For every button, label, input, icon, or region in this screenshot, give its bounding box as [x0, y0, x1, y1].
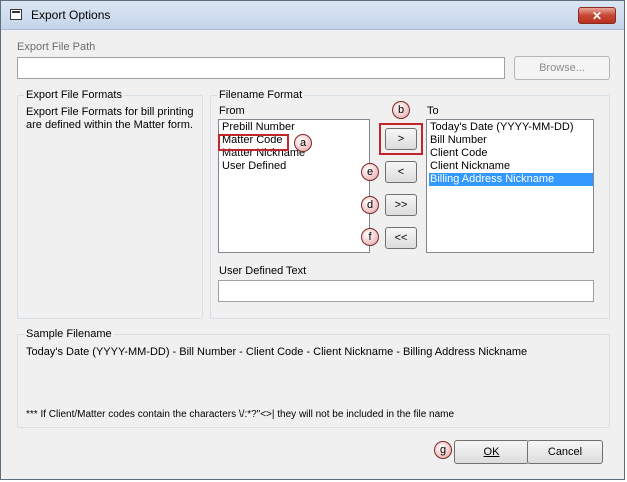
- window-title: Export Options: [31, 8, 111, 22]
- callout-f: f: [361, 228, 379, 246]
- callout-a: a: [294, 134, 312, 152]
- browse-button[interactable]: Browse...: [514, 56, 610, 80]
- move-left-button[interactable]: <: [385, 161, 417, 183]
- user-defined-text-label: User Defined Text: [219, 265, 307, 277]
- to-list-item[interactable]: Today's Date (YYYY-MM-DD): [429, 121, 593, 134]
- to-list-item[interactable]: Client Code: [429, 147, 593, 160]
- to-list-item[interactable]: Client Nickname: [429, 160, 593, 173]
- sample-filename-title: Sample Filename: [24, 328, 114, 340]
- export-file-path-input[interactable]: [17, 57, 505, 79]
- filename-format-title: Filename Format: [217, 89, 305, 101]
- export-file-formats-title: Export File Formats: [24, 89, 124, 101]
- callout-d: d: [361, 196, 379, 214]
- to-list-item[interactable]: Billing Address Nickname: [429, 173, 593, 186]
- move-all-left-button[interactable]: <<: [385, 227, 417, 249]
- cancel-button[interactable]: Cancel: [527, 440, 603, 464]
- export-file-formats-group: Export File Formats Export File Formats …: [17, 89, 203, 319]
- export-formats-description-line1: Export File Formats for bill printing: [26, 106, 194, 118]
- callout-g: g: [434, 441, 452, 459]
- invalid-characters-note: *** If Client/Matter codes contain the c…: [26, 409, 455, 420]
- from-list-item[interactable]: User Defined: [221, 160, 369, 173]
- export-formats-description-line2: are defined within the Matter form.: [26, 119, 193, 131]
- user-defined-text-input[interactable]: [218, 280, 594, 302]
- window-app-icon: [10, 9, 22, 20]
- sample-filename-group: Sample Filename Today's Date (YYYY-MM-DD…: [17, 328, 610, 428]
- close-button[interactable]: ✕: [578, 7, 616, 24]
- export-file-path-label: Export File Path: [17, 41, 96, 53]
- move-right-button[interactable]: >: [385, 128, 417, 150]
- from-label: From: [219, 105, 245, 117]
- cancel-button-label: Cancel: [547, 446, 583, 458]
- from-list-item[interactable]: Prebill Number: [221, 121, 369, 134]
- move-all-right-button[interactable]: >>: [385, 194, 417, 216]
- to-list-item[interactable]: Bill Number: [429, 134, 593, 147]
- matter-code-highlight: [218, 134, 289, 151]
- to-listbox[interactable]: Today's Date (YYYY-MM-DD) Bill Number Cl…: [426, 119, 594, 253]
- to-label: To: [427, 105, 439, 117]
- sample-filename-text: Today's Date (YYYY-MM-DD) - Bill Number …: [26, 346, 528, 358]
- export-options-window: Export Options ✕ Export File Path Browse…: [0, 0, 625, 480]
- callout-b: b: [392, 101, 410, 119]
- callout-e: e: [361, 163, 379, 181]
- ok-button[interactable]: OK: [454, 440, 529, 464]
- ok-button-label: OK: [483, 446, 500, 458]
- title-bar[interactable]: Export Options ✕: [1, 1, 624, 30]
